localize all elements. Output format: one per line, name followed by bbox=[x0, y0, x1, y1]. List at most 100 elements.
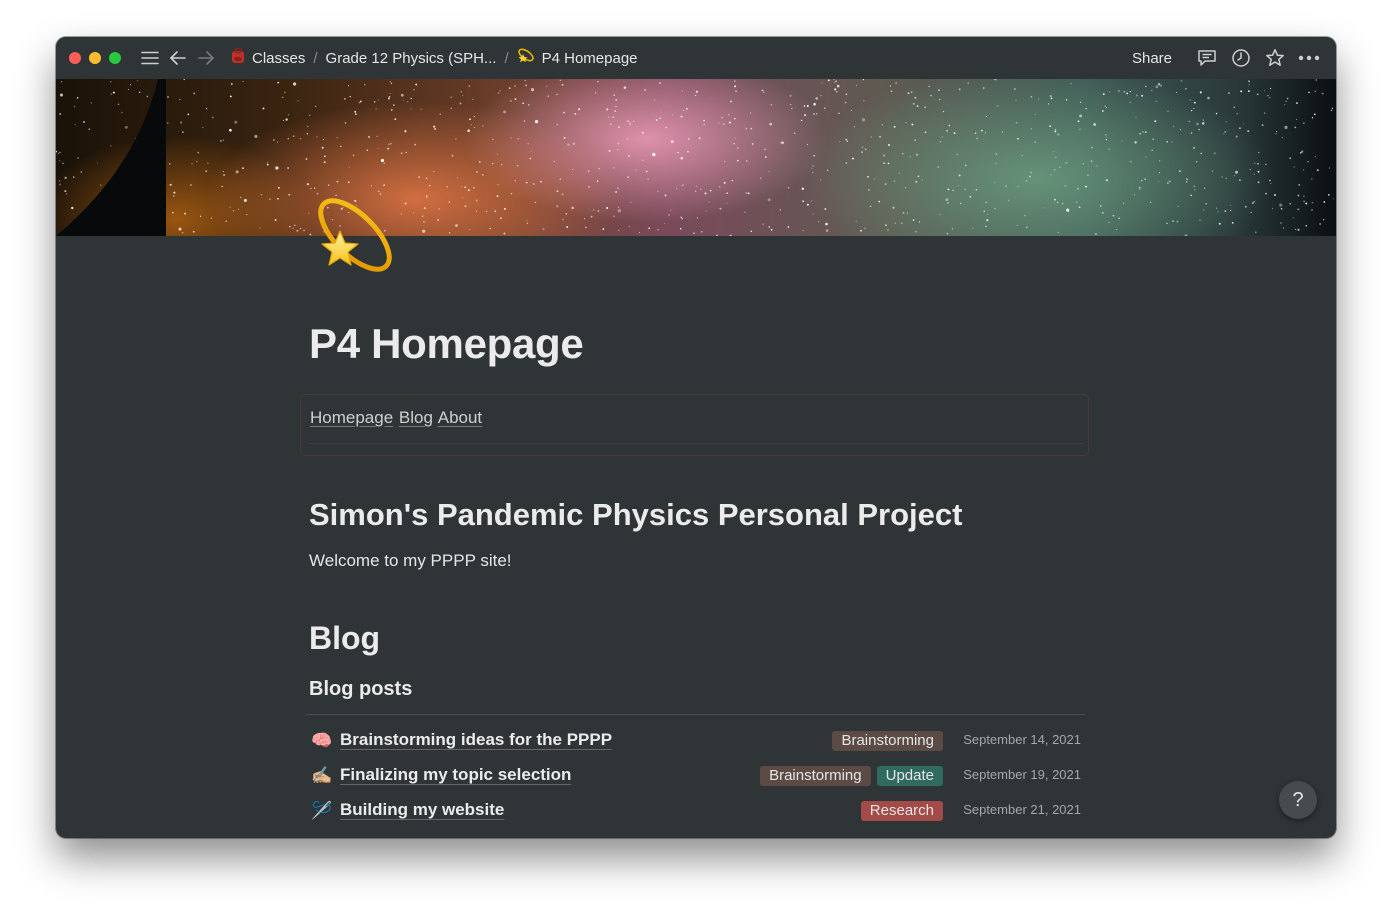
post-title[interactable]: Building my website bbox=[340, 800, 504, 820]
favorite-star-icon[interactable] bbox=[1262, 45, 1288, 71]
star-dot bbox=[836, 84, 840, 88]
star-dot bbox=[514, 98, 517, 101]
star-dot bbox=[1233, 175, 1235, 177]
star-dot bbox=[287, 167, 290, 169]
star-dot bbox=[352, 154, 355, 157]
page-icon[interactable] bbox=[310, 191, 400, 281]
divider bbox=[310, 443, 1084, 444]
star-dot bbox=[1303, 200, 1306, 203]
divider bbox=[306, 714, 1085, 715]
star-dot bbox=[1255, 231, 1257, 233]
star-dot bbox=[1215, 112, 1218, 115]
nav-link-homepage[interactable]: Homepage bbox=[310, 408, 393, 427]
breadcrumb-item-classes[interactable]: Classes bbox=[227, 47, 309, 68]
star-dot bbox=[1218, 222, 1221, 225]
star-dot bbox=[907, 92, 910, 95]
star-dot bbox=[321, 146, 324, 149]
star-dot bbox=[434, 128, 436, 130]
breadcrumb-item-grade-12-physics[interactable]: Grade 12 Physics (SPH... bbox=[322, 50, 501, 67]
star-dot bbox=[703, 123, 705, 126]
star-dot bbox=[1087, 174, 1089, 176]
nav-link-about[interactable]: About bbox=[438, 408, 482, 427]
star-dot bbox=[229, 206, 231, 208]
minimize-window-button[interactable] bbox=[89, 52, 101, 64]
star-dot bbox=[728, 121, 731, 124]
star-dot bbox=[348, 166, 350, 168]
star-dot bbox=[1134, 141, 1137, 144]
star-dot bbox=[861, 146, 864, 148]
star-dot bbox=[918, 221, 921, 223]
star-dot bbox=[1188, 120, 1191, 123]
list-item[interactable]: 🪡 Building my website Research September… bbox=[309, 797, 1085, 827]
star-dot bbox=[1217, 211, 1219, 213]
star-dot bbox=[316, 136, 318, 138]
star-dot bbox=[1257, 181, 1260, 184]
star-dot bbox=[817, 220, 820, 223]
star-dot bbox=[561, 193, 564, 196]
star-dot bbox=[855, 220, 857, 222]
star-dot bbox=[1030, 96, 1033, 98]
star-dot bbox=[617, 209, 622, 213]
back-arrow-icon[interactable] bbox=[165, 45, 191, 71]
star-dot bbox=[1145, 85, 1147, 88]
star-dot bbox=[910, 91, 913, 93]
star-dot bbox=[1194, 101, 1196, 104]
maximize-window-button[interactable] bbox=[109, 52, 121, 64]
breadcrumb-label: P4 Homepage bbox=[541, 49, 638, 67]
forward-arrow-icon[interactable] bbox=[193, 45, 219, 71]
star-dot bbox=[1257, 170, 1260, 173]
star-dot bbox=[460, 91, 462, 93]
star-dot bbox=[336, 136, 338, 139]
star-dot bbox=[629, 122, 631, 124]
close-window-button[interactable] bbox=[69, 52, 81, 64]
star-dot bbox=[1099, 205, 1102, 207]
more-options-icon[interactable] bbox=[1296, 45, 1322, 71]
star-dot bbox=[1205, 202, 1208, 205]
star-dot bbox=[632, 120, 635, 123]
star-dot bbox=[723, 181, 726, 184]
star-dot bbox=[921, 179, 923, 181]
history-clock-icon[interactable] bbox=[1228, 45, 1254, 71]
star-dot bbox=[958, 88, 961, 91]
app-window: Classes / Grade 12 Physics (SPH... / P4 … bbox=[56, 37, 1336, 838]
star-dot bbox=[760, 177, 762, 179]
star-dot bbox=[433, 171, 435, 173]
star-dot bbox=[615, 99, 617, 101]
comments-icon[interactable] bbox=[1194, 45, 1220, 71]
star-dot bbox=[473, 116, 475, 118]
star-dot bbox=[873, 178, 876, 180]
sidebar-toggle-icon[interactable] bbox=[137, 45, 163, 71]
help-button[interactable]: ? bbox=[1279, 781, 1317, 819]
star-dot bbox=[887, 162, 890, 165]
post-title[interactable]: Brainstorming ideas for the PPPP bbox=[340, 730, 612, 750]
share-button[interactable]: Share bbox=[1132, 50, 1172, 67]
star-dot bbox=[647, 178, 649, 180]
star-dot bbox=[745, 127, 748, 130]
star-dot bbox=[700, 188, 702, 190]
list-item[interactable]: 🧠 Brainstorming ideas for the PPPP Brain… bbox=[309, 727, 1085, 757]
star-dot bbox=[556, 124, 558, 126]
list-item[interactable]: ✍🏼 Finalizing my topic selection Brainst… bbox=[309, 762, 1085, 792]
star-dot bbox=[630, 201, 632, 203]
toolbar-actions: Share bbox=[1132, 37, 1322, 79]
star-dot bbox=[1015, 122, 1018, 124]
star-dot bbox=[1186, 178, 1188, 180]
star-dot bbox=[834, 81, 836, 83]
post-title[interactable]: Finalizing my topic selection bbox=[340, 765, 571, 785]
star-dot bbox=[1223, 133, 1225, 135]
star-dot bbox=[1126, 92, 1129, 95]
star-dot bbox=[839, 141, 841, 143]
breadcrumb-item-p4-homepage[interactable]: P4 Homepage bbox=[513, 48, 642, 68]
star-dot bbox=[572, 142, 576, 145]
star-dot bbox=[496, 195, 499, 198]
star-dot bbox=[1281, 136, 1283, 139]
star-dot bbox=[242, 167, 244, 169]
star-dot bbox=[1238, 127, 1241, 130]
star-dot bbox=[1065, 99, 1068, 101]
breadcrumb-separator: / bbox=[504, 49, 509, 67]
star-dot bbox=[418, 176, 421, 179]
nav-link-blog[interactable]: Blog bbox=[399, 408, 433, 427]
star-dot bbox=[1145, 156, 1147, 158]
star-dot bbox=[1102, 110, 1104, 112]
star-dot bbox=[1253, 200, 1256, 203]
